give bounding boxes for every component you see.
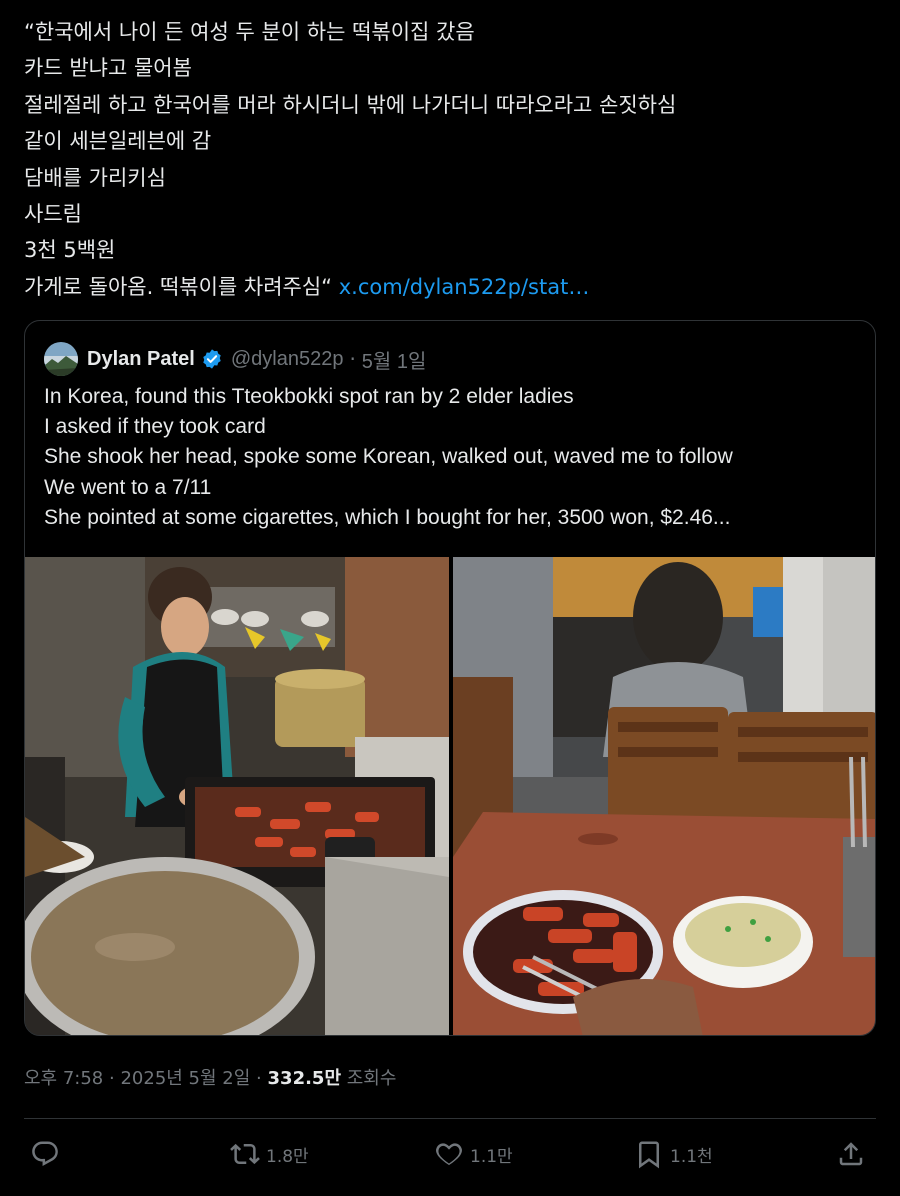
share-icon <box>839 1142 863 1166</box>
view-label: 조회수 <box>346 1068 397 1089</box>
quoted-tweet-card[interactable]: Dylan Patel @dylan522p · 5월 1일 In Korea,… <box>24 320 876 1036</box>
bookmark-icon <box>639 1141 659 1169</box>
tweet-line-last: 가게로 돌아옴. 떡볶이를 차려주심“ x.com/dylan522p/stat… <box>24 269 874 305</box>
author-name[interactable]: Dylan Patel <box>87 348 195 371</box>
separator: · <box>349 347 356 371</box>
like-count: 1.1만 <box>470 1146 513 1167</box>
photo-cooking-tteokbokki[interactable] <box>25 557 449 1035</box>
divider <box>24 1118 876 1119</box>
quote-date[interactable]: 5월 1일 <box>362 345 427 374</box>
quote-header: Dylan Patel @dylan522p · 5월 1일 <box>44 341 426 377</box>
reply-button[interactable] <box>30 1134 66 1174</box>
bookmark-button[interactable]: 1.1천 <box>634 1134 713 1174</box>
tweet-time[interactable]: 오후 7:58 <box>24 1068 103 1089</box>
share-button[interactable] <box>836 1134 872 1174</box>
tweet-meta: 오후 7:58 · 2025년 5월 2일 · 332.5만 조회수 <box>24 1064 396 1090</box>
tweet-line: 3천 5백원 <box>24 238 116 263</box>
quote-line: She pointed at some cigarettes, which I … <box>44 505 731 529</box>
tweet-line: 카드 받냐고 물어봄 <box>24 56 192 81</box>
tweet-line: 담배를 가리키심 <box>24 165 166 190</box>
tweet-line: 같이 세븐일레븐에 감 <box>24 129 212 154</box>
like-button[interactable]: 1.1만 <box>434 1134 513 1174</box>
quote-line: I asked if they took card <box>44 415 266 439</box>
view-count: 332.5만 <box>267 1068 342 1089</box>
quote-line: In Korea, found this Tteokbokki spot ran… <box>44 385 574 408</box>
separator: · <box>109 1068 115 1089</box>
tweet-line: “한국에서 나이 든 여성 두 분이 하는 떡볶이집 갔음 <box>24 20 475 44</box>
bookmark-count: 1.1천 <box>670 1146 713 1167</box>
tweet-line: 절레절레 하고 한국어를 머라 하시더니 밖에 나가더니 따라오라고 손짓하심 <box>24 92 677 117</box>
verified-badge-icon <box>203 349 221 369</box>
quote-text: In Korea, found this Tteokbokki spot ran… <box>44 382 864 533</box>
action-bar: 1.8만 1.1만 1.1천 <box>24 1134 876 1174</box>
quote-line: We went to a 7/11 <box>44 475 212 499</box>
retweet-count: 1.8만 <box>266 1146 309 1167</box>
tweet-line-text: 가게로 돌아옴. 떡볶이를 차려주심“ <box>24 274 333 299</box>
reply-icon <box>32 1141 58 1166</box>
author-handle[interactable]: @dylan522p <box>231 348 344 371</box>
retweet-button[interactable]: 1.8만 <box>230 1134 309 1174</box>
quote-line: She shook her head, spoke some Korean, w… <box>44 445 733 469</box>
heart-icon <box>436 1143 462 1166</box>
quoted-link[interactable]: x.com/dylan522p/stat… <box>339 275 590 299</box>
retweet-icon <box>230 1143 260 1165</box>
avatar[interactable] <box>44 342 78 376</box>
tweet-line: 사드림 <box>24 202 82 227</box>
separator: · <box>256 1068 262 1089</box>
tweet-date[interactable]: 2025년 5월 2일 <box>120 1068 250 1089</box>
tweet-text: “한국에서 나이 든 여성 두 분이 하는 떡볶이집 갔음 카드 받냐고 물어봄… <box>24 14 874 305</box>
photo-tteokbokki-table[interactable] <box>453 557 875 1035</box>
